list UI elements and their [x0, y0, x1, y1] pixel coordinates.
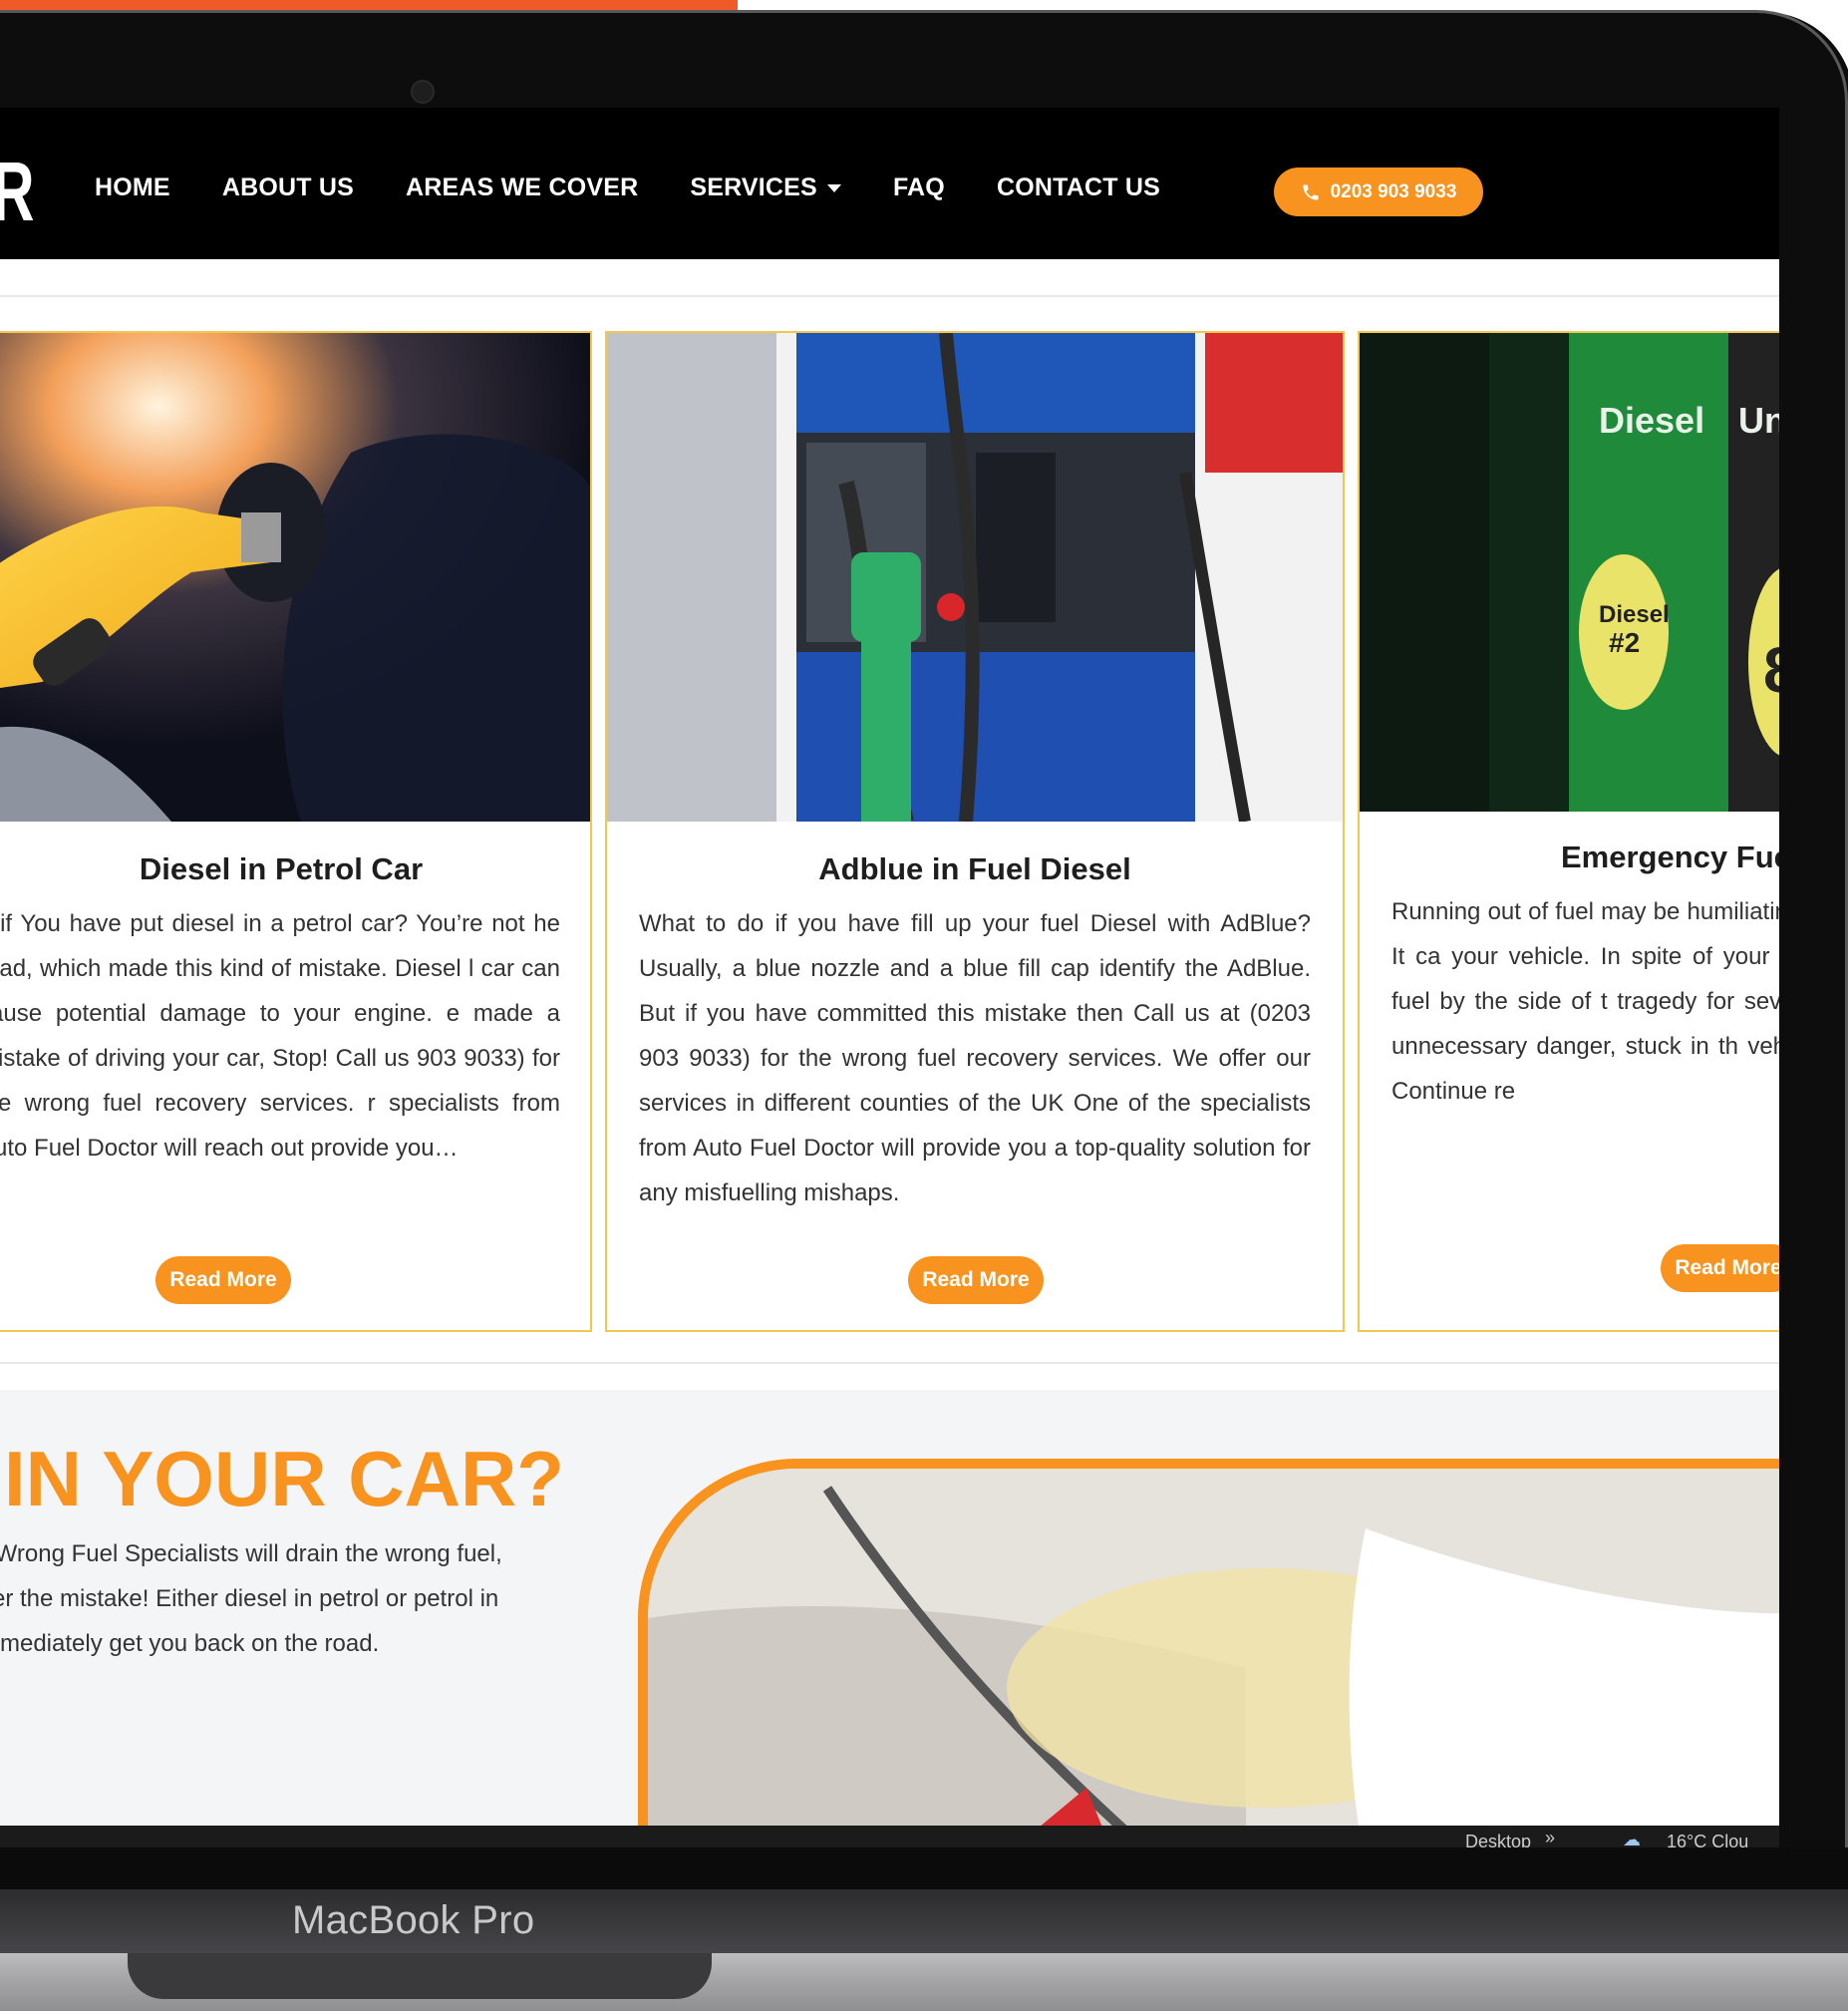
card-image-fuel-nozzle: [0, 333, 590, 822]
windows-taskbar: Desktop » ☁ 16°C Clou: [0, 1826, 1779, 1847]
service-card-adblue: Adblue in Fuel Diesel What to do if you …: [605, 331, 1345, 1332]
fuel-nozzle-photo: [0, 333, 590, 822]
card-text: o if You have put diesel in a petrol car…: [0, 910, 560, 1162]
call-button[interactable]: 0203 903 9033: [1274, 168, 1483, 216]
webcam: [411, 80, 435, 104]
divider: [0, 295, 1779, 297]
section-text-line: r Wrong Fuel Specialists will drain the …: [0, 1540, 502, 1567]
chevron-right-icon[interactable]: »: [1545, 1828, 1555, 1847]
pump-label: Unle: [1738, 400, 1779, 441]
read-more-button[interactable]: Read More: [908, 1256, 1044, 1304]
laptop-notch: [128, 1953, 712, 1999]
nav-faq[interactable]: FAQ: [893, 173, 945, 202]
section-image-frame: [638, 1459, 1779, 1847]
section-text-line: ver the mistake! Either diesel in petrol…: [0, 1585, 499, 1612]
nav-home[interactable]: HOME: [95, 173, 170, 202]
section-text-line: mmediately get you back on the road.: [0, 1630, 380, 1657]
service-card-diesel-in-petrol: Diesel in Petrol Car o if You have put d…: [0, 331, 592, 1332]
taskbar-weather[interactable]: 16°C Clou: [1667, 1832, 1748, 1847]
nav-contact-us[interactable]: CONTACT US: [997, 173, 1160, 202]
fuel-pump-photo: [607, 333, 1343, 824]
card-text: Running out of fuel may be humiliating a…: [1391, 898, 1779, 1105]
chevron-down-icon: [826, 184, 841, 193]
nav-areas-we-cover[interactable]: AREAS WE COVER: [406, 173, 638, 202]
section-text: r Wrong Fuel Specialists will drain the …: [0, 1531, 578, 1666]
refuel-photo: [648, 1469, 1779, 1847]
device-brand-label: MacBook Pro: [292, 1898, 535, 1942]
phone-icon: [1303, 184, 1319, 199]
section-headline: IN YOUR CAR?: [4, 1435, 564, 1522]
card-image-fuel-grades: Diesel Unle Diesel #2 87: [1360, 333, 1779, 812]
card-title: Adblue in Fuel Diesel: [818, 851, 1131, 886]
cloud-icon: ☁: [1623, 1830, 1641, 1847]
pump-label: #2: [1609, 627, 1640, 658]
pump-label: Diesel: [1599, 400, 1704, 441]
card-title: Emergency Fue: [1561, 839, 1779, 874]
read-more-button[interactable]: Read More: [155, 1256, 291, 1304]
nav-services-label: SERVICES: [690, 173, 817, 201]
card-image-fuel-pump: [607, 333, 1343, 824]
divider: [0, 1362, 1779, 1364]
nav-menu: HOME ABOUT US AREAS WE COVER SERVICES FA…: [95, 173, 1212, 202]
service-card-emergency-fuel: Diesel Unle Diesel #2 87 Emergency Fue R…: [1358, 331, 1779, 1332]
taskbar-desktop[interactable]: Desktop: [1465, 1832, 1531, 1847]
fuel-grade-photo: Diesel Unle Diesel #2 87: [1360, 333, 1779, 812]
read-more-button[interactable]: Read More: [1661, 1244, 1779, 1292]
card-text: What to do if you have fill up your fuel…: [639, 910, 1311, 1206]
nav-about-us[interactable]: ABOUT US: [222, 173, 354, 202]
laptop-hinge: [0, 1889, 1848, 1953]
nav-services[interactable]: SERVICES: [690, 173, 841, 202]
laptop-screen: R HOME ABOUT US AREAS WE COVER SERVICES …: [0, 108, 1779, 1847]
card-title: Diesel in Petrol Car: [139, 851, 424, 886]
site-logo[interactable]: R: [0, 150, 34, 233]
phone-number: 0203 903 9033: [1330, 180, 1457, 202]
pump-label: 87: [1763, 634, 1779, 706]
navbar: R HOME ABOUT US AREAS WE COVER SERVICES …: [0, 108, 1779, 259]
pump-label: Diesel: [1599, 601, 1670, 628]
